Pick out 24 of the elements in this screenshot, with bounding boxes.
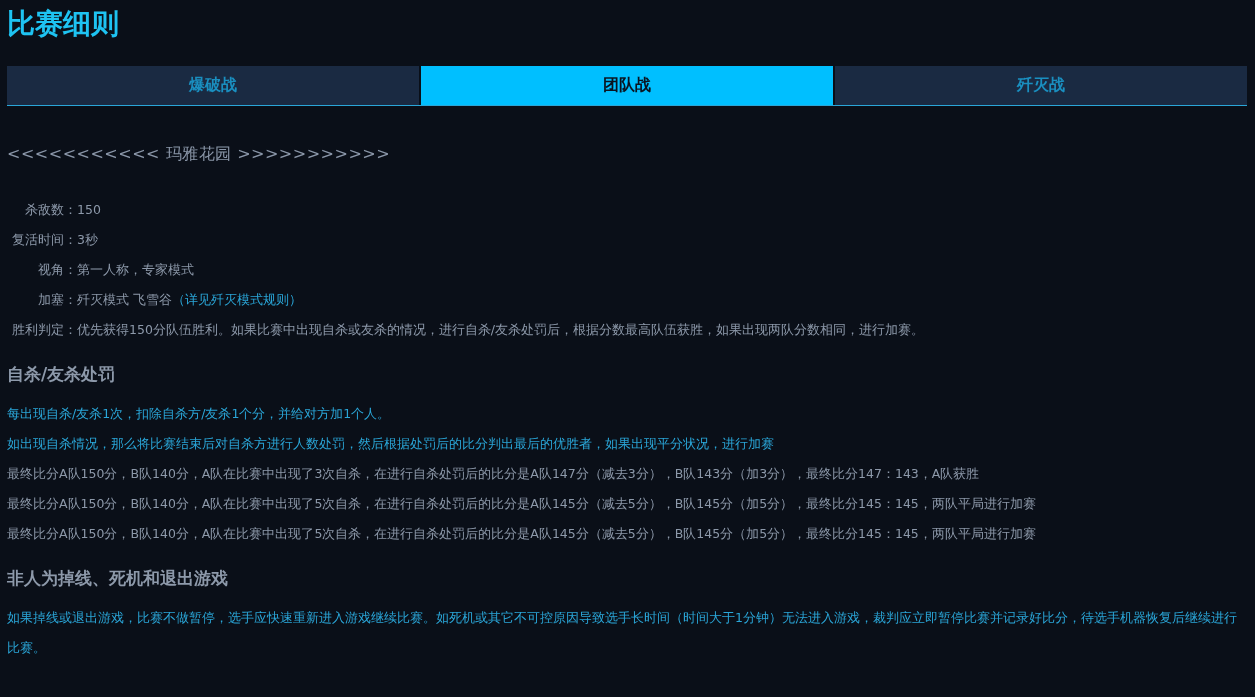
setting-value: 歼灭模式 飞雪谷 bbox=[77, 291, 172, 309]
setting-value: 3秒 bbox=[77, 231, 98, 249]
map-heading: <<<<<<<<<<< 玛雅花园 >>>>>>>>>>> bbox=[7, 144, 392, 165]
setting-label: 胜利判定： bbox=[11, 321, 77, 339]
setting-label: 复活时间： bbox=[11, 231, 77, 249]
setting-value: 优先获得150分队伍胜利。如果比赛中出现自杀或友杀的情况，进行自杀/友杀处罚后，根据分数最高队伍获胜，如果出现两队分数相同，进行加赛。 bbox=[77, 321, 925, 339]
setting-label: 杀敌数： bbox=[24, 201, 77, 219]
rule-text: 每出现自杀/友杀1次，扣除自杀方/友杀1个分，并给对方加1个人。 bbox=[7, 405, 392, 423]
rule-text: 最终比分A队150分，B队140分，A队在比赛中出现了5次自杀，在进行自杀处罚后的比分是A队145分（减去5分），B队145分（加5分），最终比分145：145，两队平局进行加赛 bbox=[7, 495, 1037, 513]
mode-tab[interactable]: 爆破战 bbox=[7, 66, 419, 105]
rule-text: 最终比分A队150分，B队140分，A队在比赛中出现了5次自杀，在进行自杀处罚后的比分是A队145分（减去5分），B队145分（加5分），最终比分145：145，两队平局进行加赛 bbox=[7, 525, 1037, 543]
setting-label: 加塞： bbox=[37, 291, 77, 309]
page-title: 比赛细则 bbox=[7, 6, 120, 42]
mode-tab[interactable]: 歼灭战 bbox=[835, 66, 1247, 105]
rule-text: 如果掉线或退出游戏，比赛不做暂停，选手应快速重新进入游戏继续比赛。如死机或其它不可控原因导致选手长时间（时间大于1分钟）无法进入游戏，裁判应立即暂停比赛并记录好比分，待选手机器恢复后继续进行比赛。 bbox=[7, 609, 1238, 657]
setting-value: 第一人称，专家模式 bbox=[77, 261, 194, 279]
rule-text: 最终比分A队150分，B队140分，A队在比赛中出现了3次自杀，在进行自杀处罚后的比分是A队147分（减去3分），B队143分（加3分），最终比分147：143，A队获胜 bbox=[7, 465, 981, 483]
rule-text: 如出现自杀情况，那么将比赛结束后对自杀方进行人数处罚，然后根据处罚后的比分判出最后的优胜者，如果出现平分状况，进行加赛 bbox=[7, 435, 775, 453]
setting-label: 视角： bbox=[37, 261, 77, 279]
section-heading: 非人为掉线、死机和退出游戏 bbox=[7, 567, 229, 590]
rules-link[interactable]: （详见歼灭模式规则） bbox=[172, 285, 302, 315]
setting-value: 150 bbox=[77, 201, 101, 219]
mode-tab[interactable]: 团队战 bbox=[421, 66, 833, 105]
section-heading: 自杀/友杀处罚 bbox=[7, 363, 117, 386]
